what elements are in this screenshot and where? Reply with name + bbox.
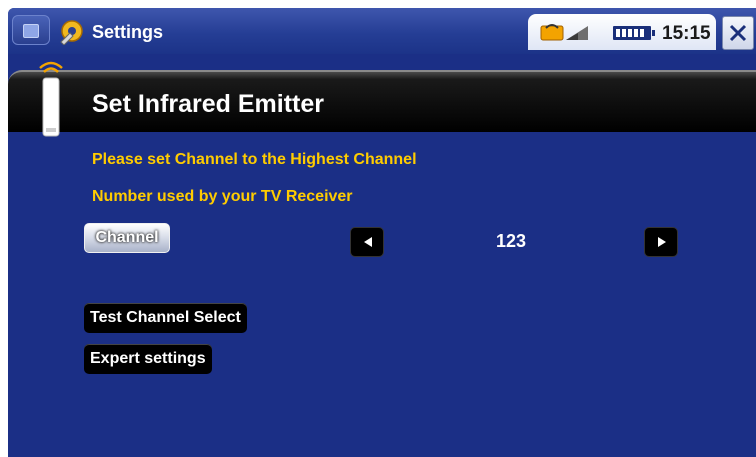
menu-icon — [23, 24, 39, 38]
connection-icon — [540, 24, 588, 41]
instruction-line-2: Number used by your TV Receiver — [92, 188, 353, 205]
channel-button[interactable]: Channel — [84, 223, 170, 253]
arrow-left-icon — [364, 237, 372, 247]
test-channel-select-button[interactable]: Test Channel Select — [84, 303, 247, 333]
battery-icon — [613, 26, 655, 40]
instruction-line-1: Please set Channel to the Highest Channe… — [92, 151, 417, 168]
channel-prev-button[interactable] — [350, 227, 384, 257]
channel-value: 123 — [496, 231, 527, 251]
channel-next-button[interactable] — [644, 227, 678, 257]
close-button[interactable] — [722, 16, 754, 50]
app-title: Settings — [92, 22, 164, 42]
close-icon — [729, 24, 747, 42]
remote-control-icon — [39, 61, 63, 137]
screen: Settings 15:15 Set Infrared Emitter Plea… — [8, 8, 756, 457]
settings-icon — [60, 20, 83, 45]
arrow-right-icon — [658, 237, 666, 247]
page-title: Set Infrared Emitter — [92, 90, 325, 118]
top-bar: Settings 15:15 — [8, 8, 756, 54]
clock: 15:15 — [662, 23, 711, 44]
status-area: 15:15 — [528, 14, 716, 50]
menu-button[interactable] — [12, 15, 50, 45]
expert-settings-button[interactable]: Expert settings — [84, 344, 212, 374]
